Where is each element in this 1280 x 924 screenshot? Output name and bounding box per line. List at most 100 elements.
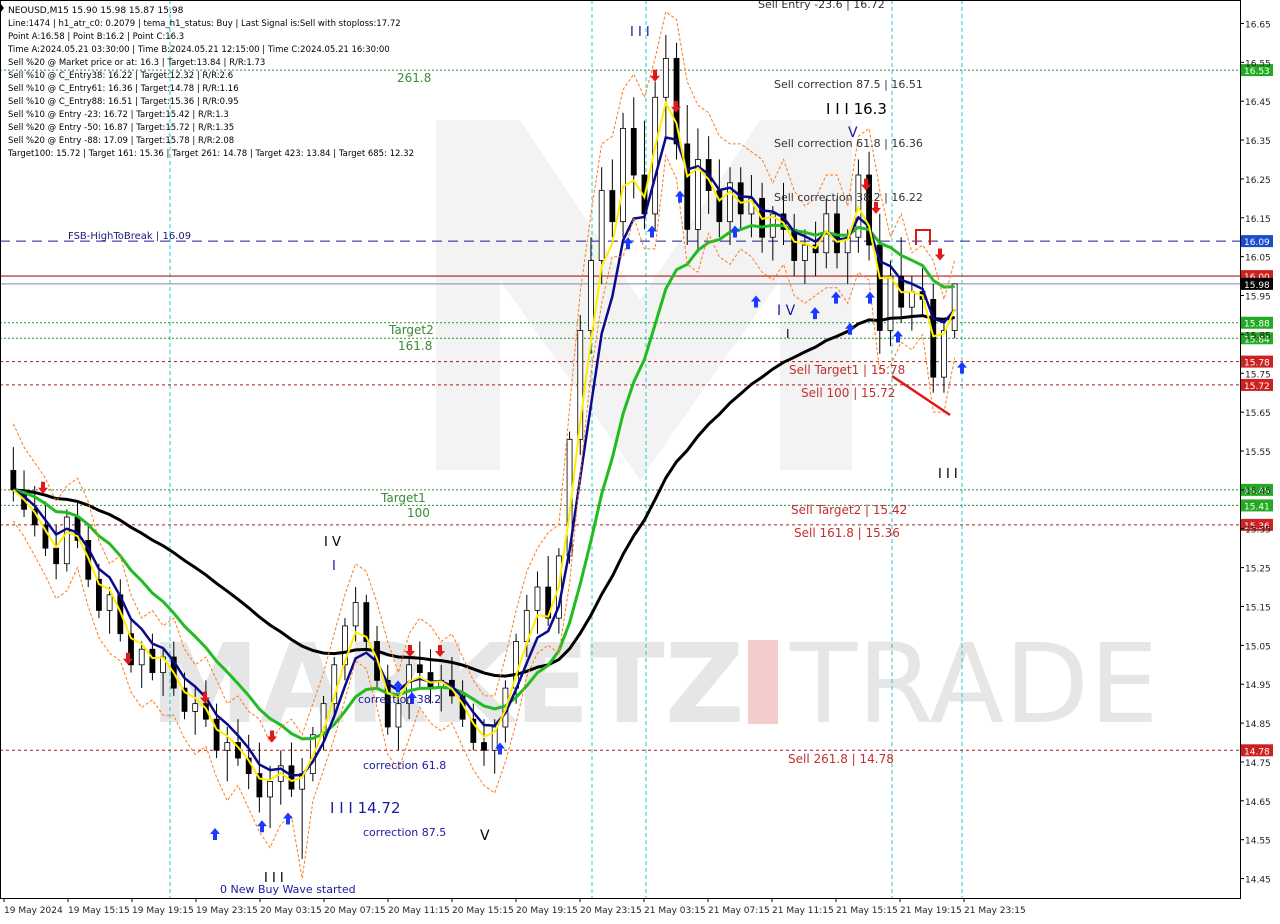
price-tick-label: 15.75 (1245, 370, 1271, 380)
time-tick-label: 21 May 23:15 (964, 906, 1026, 916)
annotation-label: Sell Target1 | 15.78 (789, 363, 905, 377)
time-tick-label: 19 May 2024 (4, 906, 63, 916)
price-tick-label: 16.35 (1245, 137, 1271, 147)
time-tick-label: 21 May 03:15 (644, 906, 706, 916)
annotation-label: Sell Entry -23.6 | 16.72 (758, 0, 885, 11)
annotation-label: correction 61.8 (363, 759, 446, 772)
price-tick-label: 15.55 (1245, 448, 1271, 458)
symbol-line: NEOUSD,M15 15.90 15.98 15.87 15.98 (8, 6, 184, 16)
chart-window: MARKETZ TRADE Sell Entry -23.6 | 16.72 261… (0, 0, 1280, 920)
price-tick-label: 15.95 (1245, 293, 1271, 303)
price-chart[interactable]: MARKETZ TRADE Sell Entry -23.6 | 16.72261… (0, 0, 1280, 920)
price-tick-label: 16.45 (1245, 98, 1271, 108)
annotation-label: correction 38.2 (358, 693, 441, 706)
time-tick-label: 20 May 19:15 (516, 906, 578, 916)
time-tick-label: 20 May 07:15 (324, 906, 386, 916)
candle-bear (416, 664, 423, 673)
annotation-label: Sell Target2 | 15.42 (791, 503, 907, 517)
price-tick-label: 15.85 (1245, 331, 1271, 341)
price-tick-label: 15.35 (1245, 526, 1271, 536)
candle-bull (598, 190, 605, 261)
time-tick-label: 19 May 19:15 (132, 906, 194, 916)
price-tick-label: 15.15 (1245, 603, 1271, 613)
level-tag-text: 14.78 (1244, 747, 1270, 757)
candle-bear (791, 229, 798, 261)
candle-bull (908, 291, 915, 308)
annotation-label: 261.8 (397, 71, 431, 85)
annotation-label: I I I (630, 25, 650, 40)
time-tick-label: 19 May 15:15 (68, 906, 130, 916)
price-tick-label: 15.45 (1245, 487, 1271, 497)
info-line: Sell %10 @ C_Entry88: 16.51 | Target:15.… (8, 97, 239, 107)
candle-bear (149, 648, 156, 673)
annotation-label: I I I 14.72 (330, 799, 401, 817)
watermark-text-right: TRADE (789, 620, 1159, 748)
level-tag-text: 15.88 (1244, 320, 1270, 330)
info-line: Sell %10 @ C_Entry61: 16.36 | Target:14.… (8, 84, 239, 94)
candle (930, 283, 937, 393)
annotation-label: I I I (938, 467, 958, 482)
watermark-bar (748, 640, 778, 724)
info-line: Sell %20 @ Entry -88: 17.09 | Target:15.… (8, 136, 234, 146)
candle-bear (684, 143, 691, 230)
price-tick-label: 14.65 (1245, 798, 1271, 808)
annotation-label: I V (324, 535, 341, 550)
time-tick-label: 20 May 11:15 (388, 906, 450, 916)
annotation-label: Sell 261.8 | 14.78 (788, 752, 894, 766)
info-line: Sell %10 @ Entry -23: 16.72 | Target:15.… (8, 110, 229, 120)
price-tick-label: 16.15 (1245, 215, 1271, 225)
annotation-label: V (480, 828, 490, 844)
time-tick-label: 21 May 15:15 (836, 906, 898, 916)
time-tick-label: 21 May 19:15 (900, 906, 962, 916)
candle-bull (941, 330, 947, 378)
price-tick-label: 16.05 (1245, 254, 1271, 264)
annotation-label: I (332, 559, 336, 574)
candle-bull (588, 260, 594, 331)
candle-bull (887, 275, 894, 331)
candle (63, 509, 70, 572)
candle-bear (481, 742, 487, 751)
candle-bull (352, 602, 359, 627)
annotation-label: Sell correction 61.8 | 16.36 (774, 137, 923, 150)
annotation-label: Target1 (380, 491, 426, 505)
info-line: Time A:2024.05.21 03:30:00 | Time B:2024… (7, 45, 390, 55)
time-tick-label: 21 May 11:15 (772, 906, 834, 916)
candle-bear (288, 765, 295, 790)
annotation-label: I V (777, 303, 796, 319)
candle-bull (951, 283, 958, 331)
price-tick-label: 14.85 (1245, 720, 1271, 730)
time-tick-label: 20 May 23:15 (580, 906, 642, 916)
candle-bull (620, 127, 626, 223)
info-line: Sell %20 @ Market price or at: 16.3 | Ta… (8, 58, 265, 68)
price-tick-label: 14.55 (1245, 837, 1271, 847)
annotation-label: Sell correction 38.2 | 16.22 (774, 191, 923, 204)
price-tick-label: 16.25 (1245, 176, 1271, 186)
candle-bull (63, 516, 70, 565)
candle-bull (534, 586, 541, 611)
price-tick-label: 14.45 (1245, 876, 1271, 886)
annotation-label: Sell 161.8 | 15.36 (794, 526, 900, 540)
level-tag-text: 15.98 (1244, 281, 1270, 291)
info-line: Sell %20 @ Entry -50: 16.87 | Target:15.… (8, 123, 234, 133)
info-line: Target100: 15.72 | Target 161: 15.36 | T… (7, 149, 414, 159)
time-tick-label: 19 May 23:15 (196, 906, 258, 916)
candle-bear (609, 190, 616, 223)
time-tick-label: 20 May 15:15 (452, 906, 514, 916)
candle-bull (106, 594, 113, 611)
level-tag-text: 15.72 (1244, 382, 1270, 392)
time-tick-label: 20 May 03:15 (260, 906, 322, 916)
candle-bull (662, 58, 669, 98)
candle-bull (395, 703, 402, 728)
level-tag-text: 15.41 (1244, 502, 1270, 512)
annotation-label: FSB-HighToBreak | 16.09 (68, 231, 191, 242)
level-tag-text: 16.09 (1244, 238, 1270, 248)
candle-bull (192, 703, 199, 712)
candle-bear (630, 127, 637, 176)
price-tick-label: 15.25 (1245, 565, 1271, 575)
annotation-label: Sell correction 87.5 | 16.51 (774, 78, 923, 91)
annotation-label: 100 (407, 506, 430, 520)
candle-bull (138, 648, 145, 666)
info-line: Line:1474 | h1_atr_c0: 0.2079 | tema_h1_… (8, 19, 401, 29)
candle-bear (737, 182, 744, 215)
price-tick-label: 16.65 (1245, 20, 1271, 30)
